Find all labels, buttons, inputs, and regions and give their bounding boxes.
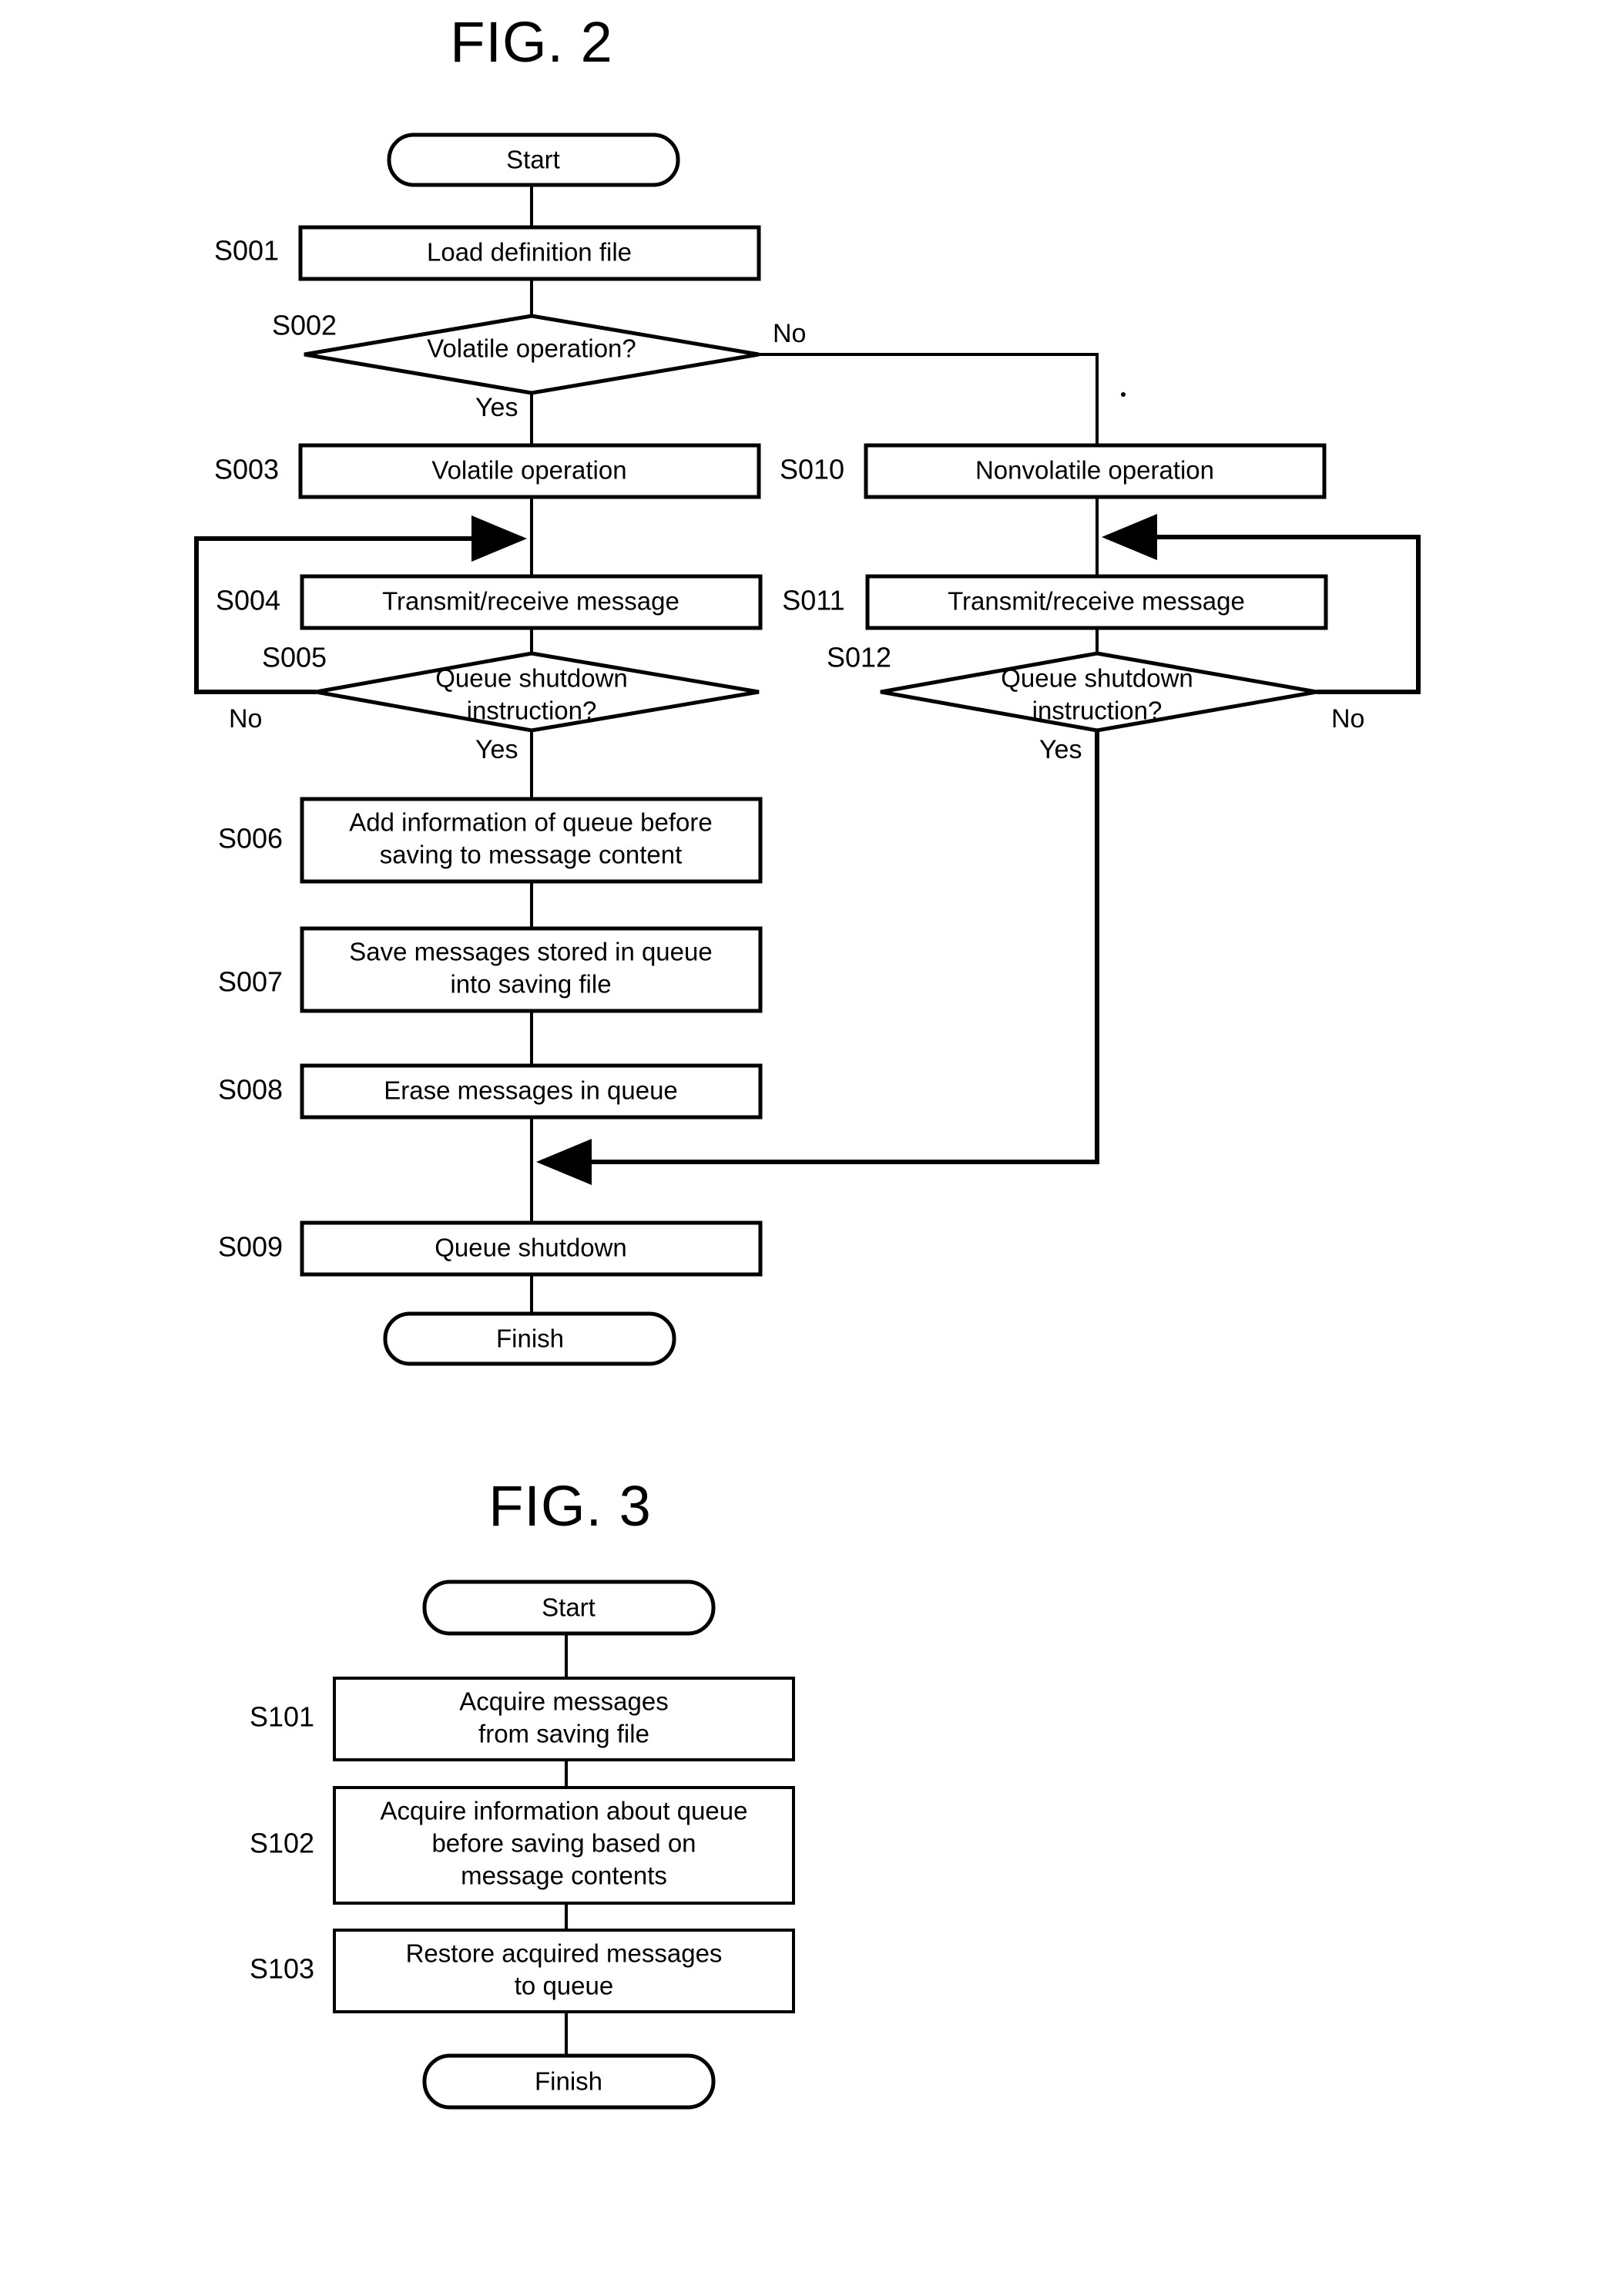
figure-2: FIG. 2 Start S001 Load definition file S… [194, 10, 1421, 1366]
fig2-box-label-s011: Transmit/receive message [948, 587, 1245, 616]
patent-drawing-sheet: FIG. 2 Start S001 Load definition file S… [0, 0, 1624, 2283]
fig3-step-ref-s102: S102 [250, 1828, 314, 1859]
fig2-diamond-label-s005-line2: instruction? [467, 697, 597, 725]
fig3-box-label-s101-line2: from saving file [478, 1720, 649, 1748]
fig3-box-label-s101-line1: Acquire messages [459, 1687, 668, 1716]
fig2-box-label-s007-line2: into saving file [450, 970, 611, 999]
figure-2-title: FIG. 2 [450, 10, 613, 74]
fig3-finish-label: Finish [535, 2067, 602, 2096]
fig2-ink-speck [1121, 392, 1126, 397]
fig2-branch-s012-yes: Yes [1039, 735, 1082, 764]
fig3-step-ref-s101: S101 [250, 1701, 314, 1733]
fig3-box-label-s102-line1: Acquire information about queue [381, 1797, 748, 1825]
fig2-box-label-s006-line2: saving to message content [380, 841, 683, 869]
fig2-step-ref-s002: S002 [272, 310, 337, 341]
fig2-box-label-s006-line1: Add information of queue before [349, 808, 713, 837]
fig2-diamond-label-s002: Volatile operation? [427, 334, 636, 363]
fig2-step-ref-s003: S003 [214, 454, 279, 485]
fig2-step-ref-s006: S006 [218, 823, 283, 854]
fig2-box-label-s001: Load definition file [427, 238, 632, 267]
fig2-diamond-label-s005-line1: Queue shutdown [435, 664, 628, 693]
fig2-step-ref-s009: S009 [218, 1231, 283, 1263]
fig2-box-label-s008: Erase messages in queue [384, 1076, 678, 1105]
fig2-start-label: Start [506, 146, 560, 174]
fig2-diamond-label-s012-line1: Queue shutdown [1001, 664, 1193, 693]
fig2-box-label-s003: Volatile operation [431, 456, 626, 485]
fig3-box-label-s102-line2: before saving based on [431, 1829, 696, 1858]
fig2-step-ref-s012: S012 [827, 642, 891, 673]
fig2-finish-label: Finish [496, 1324, 564, 1353]
fig2-line-s002-no [759, 353, 1099, 445]
fig2-box-label-s004: Transmit/receive message [382, 587, 679, 616]
fig2-step-ref-s005: S005 [262, 642, 327, 673]
fig2-branch-s002-yes: Yes [475, 393, 518, 422]
fig2-branch-s002-no: No [773, 319, 806, 348]
fig3-box-label-s103-line2: to queue [515, 1972, 613, 2000]
fig2-step-ref-s007: S007 [218, 966, 283, 998]
fig2-branch-s005-no: No [229, 704, 262, 734]
figure-3: FIG. 3 Start S101 Acquire messages from … [250, 1474, 795, 2110]
fig2-diamond-label-s012-line2: instruction? [1032, 697, 1163, 725]
fig2-step-ref-s008: S008 [218, 1074, 283, 1106]
fig3-start-label: Start [542, 1593, 596, 1622]
fig2-step-ref-s004: S004 [216, 585, 280, 616]
fig3-box-label-s103-line1: Restore acquired messages [406, 1939, 723, 1968]
fig3-step-ref-s103: S103 [250, 1953, 314, 1985]
fig2-branch-s012-no: No [1331, 704, 1364, 734]
fig2-step-ref-s001: S001 [214, 235, 279, 267]
fig2-box-label-s010: Nonvolatile operation [975, 456, 1214, 485]
fig2-branch-s005-yes: Yes [475, 735, 518, 764]
figure-3-title: FIG. 3 [488, 1474, 652, 1538]
fig2-step-ref-s010: S010 [780, 454, 844, 485]
fig3-box-label-s102-line3: message contents [461, 1862, 667, 1890]
fig2-box-label-s007-line1: Save messages stored in queue [349, 938, 712, 966]
fig2-step-ref-s011: S011 [782, 585, 844, 616]
fig2-box-label-s009: Queue shutdown [435, 1234, 627, 1262]
